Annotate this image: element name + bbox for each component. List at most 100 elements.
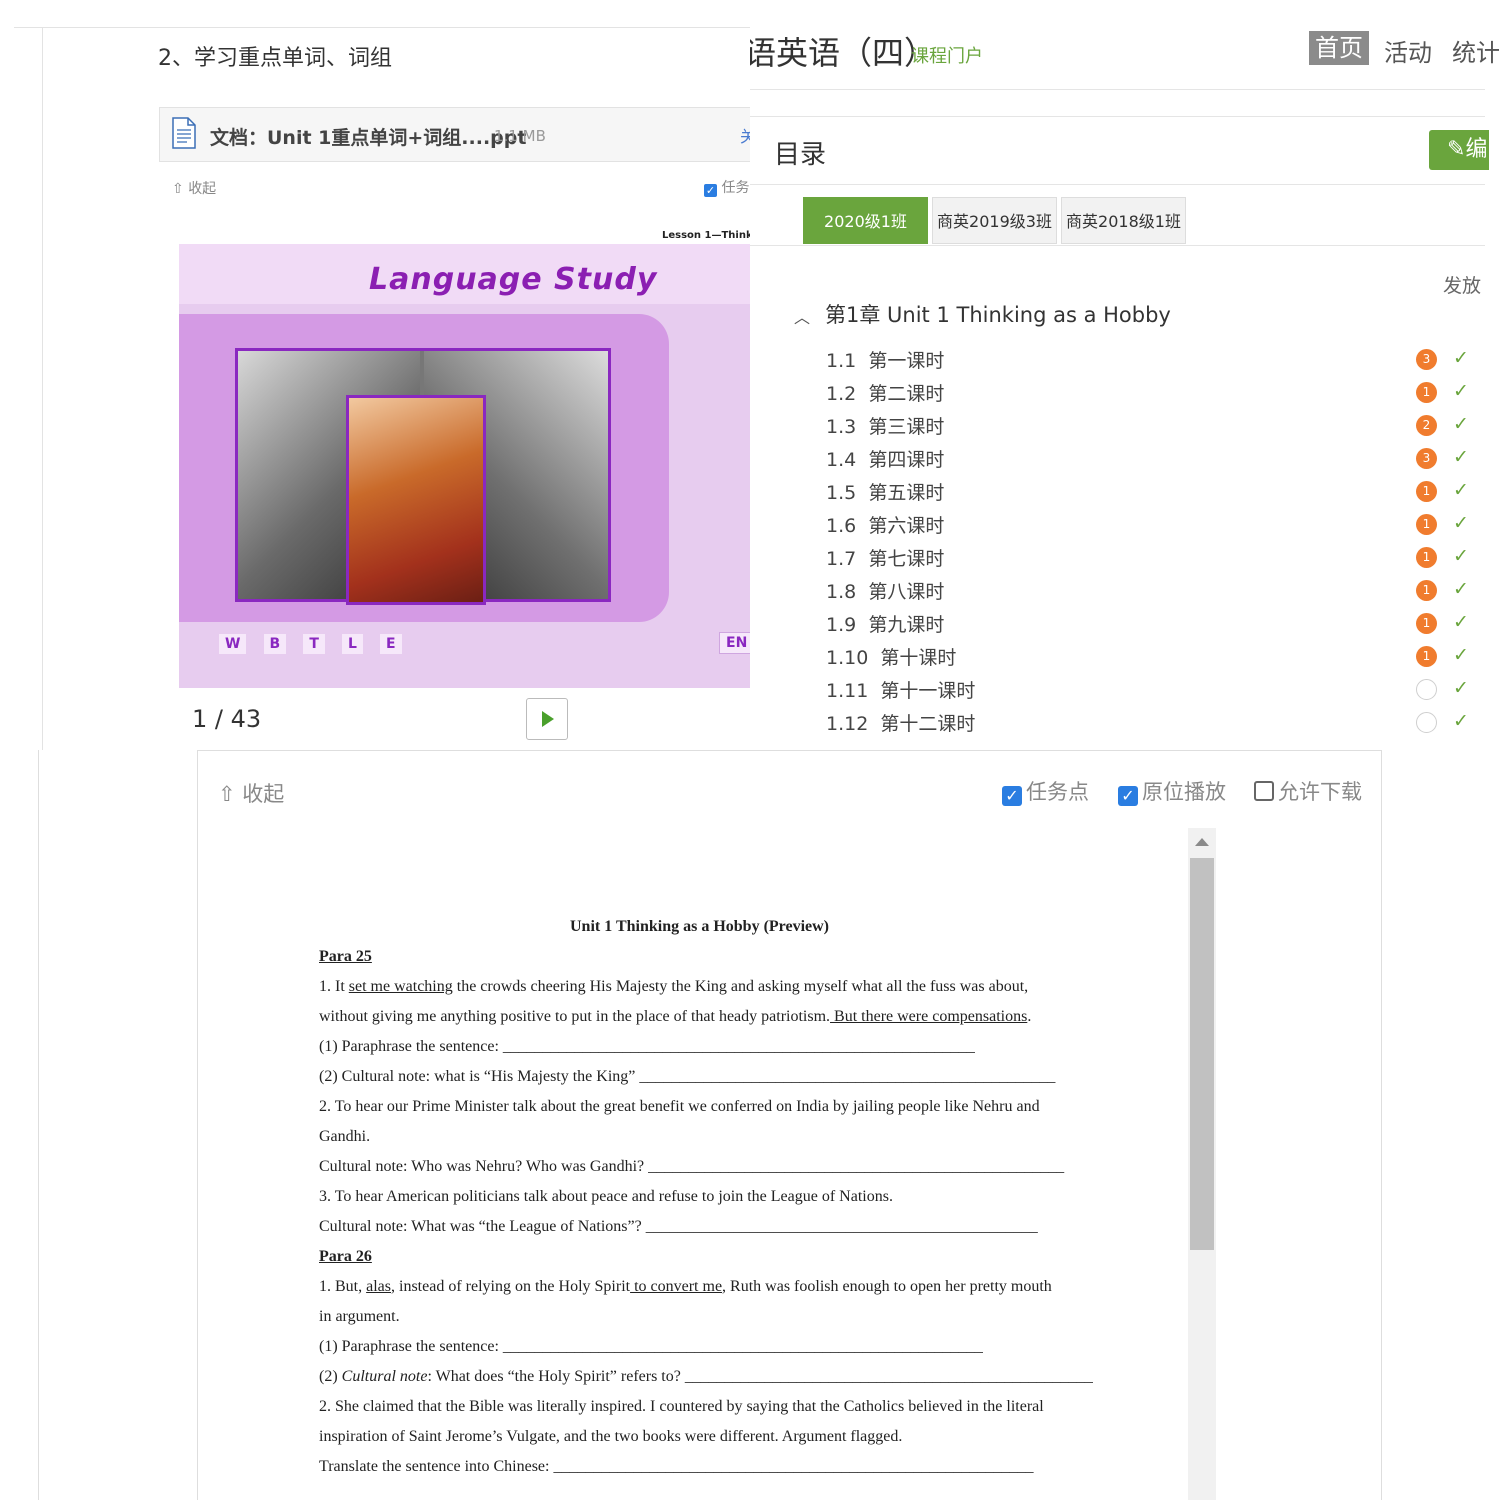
chapter-title[interactable]: 第1章 Unit 1 Thinking as a Hobby: [825, 299, 1171, 329]
slide-en-button[interactable]: EN: [719, 632, 750, 654]
lesson-item[interactable]: 1.9 第九课时: [826, 610, 944, 637]
lesson-item[interactable]: 1.7 第七课时: [826, 544, 944, 571]
lesson-number: 1.5: [826, 482, 857, 504]
release-check-icon[interactable]: ✓: [1453, 479, 1469, 501]
doc-line: Gandhi.: [319, 1128, 371, 1145]
course-title: 语英语（四）: [750, 28, 936, 74]
task-point-checkbox[interactable]: ✓ 任务点: [1002, 776, 1089, 806]
lesson-name: 第七课时: [868, 548, 945, 570]
slide-lesson-header: Lesson 1—Thinkin: [662, 230, 750, 241]
slide-nav-t[interactable]: T: [303, 634, 325, 654]
lesson-number: 1.12: [826, 713, 869, 735]
course-portal-link[interactable]: 课程门户: [911, 42, 983, 68]
document-title: Unit 1 Thinking as a Hobby (Preview): [570, 918, 830, 935]
lesson-item[interactable]: 1.2 第二课时: [826, 379, 944, 406]
checkbox-empty-icon: [1254, 781, 1274, 801]
lesson-name: 第十二课时: [880, 713, 976, 735]
lesson-number: 1.10: [826, 647, 869, 669]
task-label: 任务: [721, 180, 750, 196]
release-check-icon[interactable]: ✓: [1453, 413, 1469, 435]
release-check-icon[interactable]: ✓: [1453, 677, 1469, 699]
lesson-item[interactable]: 1.3 第三课时: [826, 412, 944, 439]
doc-line: inspiration of Saint Jerome’s Vulgate, a…: [319, 1428, 903, 1445]
chevron-up-icon[interactable]: ︿: [794, 304, 810, 328]
nav-home[interactable]: 首页: [1309, 31, 1369, 65]
tab-class-2018-1[interactable]: 商英2018级1班: [1061, 197, 1186, 244]
lesson-number: 1.8: [826, 581, 857, 603]
release-check-icon[interactable]: ✓: [1453, 512, 1469, 534]
slide-title: Language Study: [369, 262, 658, 297]
release-check-icon[interactable]: ✓: [1453, 380, 1469, 402]
document-icon: [172, 117, 196, 149]
course-title-prefix: 语: [750, 34, 777, 72]
task-count-badge: 1: [1416, 481, 1437, 502]
nav-activity[interactable]: 活动: [1384, 33, 1432, 68]
lesson-item[interactable]: 1.12 第十二课时: [826, 709, 975, 736]
collapse-label: 收起: [242, 782, 285, 806]
lesson-item[interactable]: 1.8 第八课时: [826, 577, 944, 604]
release-check-icon[interactable]: ✓: [1453, 578, 1469, 600]
checkbox-checked-icon: ✓: [1118, 786, 1138, 806]
checkbox-checked-icon: ✓: [1002, 786, 1022, 806]
edit-label: 编: [1465, 137, 1488, 162]
scrollbar-thumb[interactable]: [1190, 858, 1214, 1250]
document-name[interactable]: 文档：Unit 1重点单词+词组....ppt: [210, 123, 526, 150]
release-check-icon[interactable]: ✓: [1453, 611, 1469, 633]
lesson-item[interactable]: 1.10 第十课时: [826, 643, 956, 670]
slide-nav-l[interactable]: L: [341, 634, 363, 654]
play-button[interactable]: [526, 698, 568, 740]
release-check-icon[interactable]: ✓: [1453, 347, 1469, 369]
release-check-icon[interactable]: ✓: [1453, 710, 1469, 732]
tab-class-2020-1[interactable]: 2020级1班: [803, 197, 928, 244]
lesson-name: 第十一课时: [880, 680, 976, 702]
close-link[interactable]: 关: [740, 123, 750, 147]
doc-line: 2. To hear our Prime Minister talk about…: [319, 1098, 1040, 1115]
lesson-number: 1.2: [826, 383, 857, 405]
lesson-number: 1.4: [826, 449, 857, 471]
pencil-icon: ✎: [1447, 137, 1466, 162]
doc-line: Translate the sentence into Chinese: ___…: [319, 1458, 1034, 1475]
release-check-icon[interactable]: ✓: [1453, 545, 1469, 567]
course-catalog-panel: 语英语（四） 课程门户 首页 活动 统计 目录 ✎编 2020级1班 商英201…: [750, 0, 1500, 750]
collapse-button[interactable]: ⇧ 收起: [218, 778, 284, 808]
nav-statistics[interactable]: 统计: [1452, 33, 1500, 68]
task-count-badge: 1: [1416, 382, 1437, 403]
inplace-play-checkbox[interactable]: ✓ 原位播放: [1118, 776, 1226, 806]
edit-button[interactable]: ✎编: [1429, 130, 1489, 170]
task-count-badge: 2: [1416, 415, 1437, 436]
lesson-item[interactable]: 1.1 第一课时: [826, 346, 944, 373]
lesson-number: 1.6: [826, 515, 857, 537]
allow-download-checkbox[interactable]: 允许下载: [1254, 776, 1362, 806]
slide-nav-w[interactable]: W: [219, 634, 247, 654]
lesson-name: 第二课时: [868, 383, 945, 405]
checkbox-checked-icon: ✓: [704, 184, 717, 197]
lesson-name: 第六课时: [868, 515, 945, 537]
task-count-badge: 1: [1416, 646, 1437, 667]
lesson-name: 第五课时: [868, 482, 945, 504]
lesson-number: 1.9: [826, 614, 857, 636]
lesson-name: 第十课时: [880, 647, 957, 669]
divider: [750, 89, 1485, 90]
lesson-item[interactable]: 1.5 第五课时: [826, 478, 944, 505]
slide-photo-collage: [235, 348, 611, 605]
document-viewer-panel: ⇧ 收起 ✓ 任务点 ✓ 原位播放 允许下载 Unit 1 Thinking as …: [0, 750, 1500, 1500]
lesson-name: 第一课时: [868, 350, 945, 372]
doc-line: 1. It set me watching the crowds cheerin…: [319, 978, 1029, 995]
lesson-item[interactable]: 1.6 第六课时: [826, 511, 944, 538]
lesson-item[interactable]: 1.4 第四课时: [826, 445, 944, 472]
doc-line: without giving me anything positive to p…: [319, 1008, 1032, 1025]
collapse-button[interactable]: ⇧ 收起: [172, 178, 216, 198]
scroll-up-icon[interactable]: [1195, 838, 1209, 846]
slide-nav-e[interactable]: E: [379, 634, 402, 654]
release-check-icon[interactable]: ✓: [1453, 644, 1469, 666]
task-count-badge: 1: [1416, 613, 1437, 634]
lesson-number: 1.3: [826, 416, 857, 438]
task-point-checkbox[interactable]: ✓ 任务: [704, 177, 749, 197]
lesson-item[interactable]: 1.11 第十一课时: [826, 676, 975, 703]
scrollbar[interactable]: [1188, 828, 1216, 1500]
play-icon: [542, 711, 554, 727]
release-check-icon[interactable]: ✓: [1453, 446, 1469, 468]
task-count-badge: 1: [1416, 514, 1437, 535]
tab-class-2019-3[interactable]: 商英2019级3班: [932, 197, 1057, 244]
slide-nav-b[interactable]: B: [263, 634, 287, 654]
